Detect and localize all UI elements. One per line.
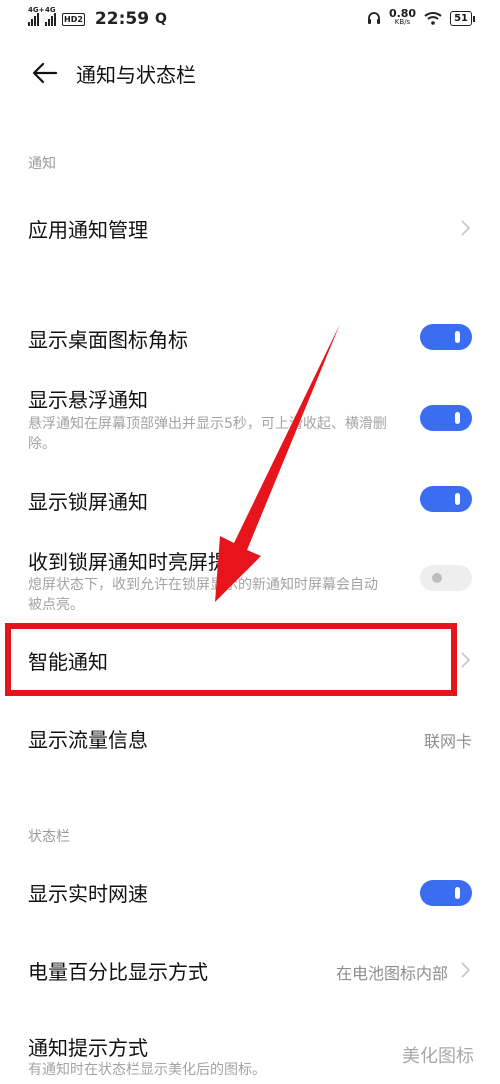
app-bar: 通知与状态栏 xyxy=(0,48,500,98)
toggle-desktop-badge[interactable] xyxy=(420,324,472,350)
row-title: 收到锁屏通知时亮屏提醒 xyxy=(28,550,248,574)
section-label-notify: 通知 xyxy=(28,156,56,172)
clock: 22:59 xyxy=(94,9,150,29)
row-title: 显示桌面图标角标 xyxy=(28,328,188,352)
row-title: 应用通知管理 xyxy=(28,218,148,242)
row-subtitle: 悬浮通知在屏幕顶部弹出并显示5秒，可上滑收起、横滑删除。 xyxy=(28,416,387,452)
toggle-wake-screen[interactable] xyxy=(420,565,472,591)
network-type-1: 4G+ xyxy=(28,6,45,14)
row-floating-notify: 显示悬浮通知 悬浮通知在屏幕顶部弹出并显示5秒，可上滑收起、横滑删除。 xyxy=(0,380,500,460)
row-value: 在电池图标内部 xyxy=(335,964,448,983)
headphone-icon xyxy=(367,12,380,24)
chevron-right-icon xyxy=(461,220,470,236)
page-title: 通知与状态栏 xyxy=(76,63,196,87)
app-notification-icon: Q xyxy=(155,11,167,27)
row-app-notify-management[interactable]: 应用通知管理 xyxy=(0,200,500,256)
wifi-icon xyxy=(424,12,442,25)
back-arrow-icon[interactable] xyxy=(30,58,60,88)
toggle-realtime-speed[interactable] xyxy=(420,880,472,906)
row-title: 显示流量信息 xyxy=(28,728,148,752)
signal-icon: 4G+ xyxy=(28,6,44,26)
annotation-highlight-box xyxy=(5,623,457,696)
section-label-statusbar: 状态栏 xyxy=(28,829,70,845)
row-data-usage[interactable]: 显示流量信息 联网卡 xyxy=(0,712,500,764)
row-title: 显示悬浮通知 xyxy=(28,388,148,412)
toggle-floating-notify[interactable] xyxy=(420,405,472,431)
row-realtime-speed: 显示实时网速 xyxy=(0,866,500,918)
row-subtitle: 有通知时在状态栏显示美化后的图标。 xyxy=(28,1062,266,1078)
speed-unit: KB/s xyxy=(394,18,411,26)
row-battery-percent[interactable]: 电量百分比显示方式 在电池图标内部 xyxy=(0,944,500,996)
toggle-lockscreen-notify[interactable] xyxy=(420,486,472,512)
row-title: 通知提示方式 xyxy=(28,1036,148,1060)
battery-icon: 51 xyxy=(450,10,475,26)
row-title: 电量百分比显示方式 xyxy=(28,960,208,984)
row-title: 显示锁屏通知 xyxy=(28,490,148,514)
row-wake-screen: 收到锁屏通知时亮屏提醒 熄屏状态下，收到允许在锁屏显示的新通知时屏幕会自动被点亮… xyxy=(0,544,500,618)
speed-value: 0.80 xyxy=(388,7,417,20)
chevron-right-icon xyxy=(461,652,470,668)
annotation-arrow xyxy=(215,324,340,602)
hd-voice-icon: HD2 xyxy=(62,12,85,26)
row-lockscreen-notify: 显示锁屏通知 xyxy=(0,472,500,524)
row-desktop-badge: 显示桌面图标角标 xyxy=(0,312,500,364)
row-value: 联网卡 xyxy=(423,732,472,751)
status-bar: 4G+ 4G HD2 22:59 Q 0.80 KB/s 51 xyxy=(0,0,500,38)
chevron-right-icon xyxy=(461,962,470,978)
row-subtitle: 熄屏状态下，收到允许在锁屏显示的新通知时屏幕会自动被点亮。 xyxy=(28,577,378,613)
watermark: 美化图标 xyxy=(402,1046,474,1067)
network-type-2: 4G xyxy=(45,6,56,14)
network-speed: 0.80 KB/s xyxy=(388,7,417,27)
row-title: 显示实时网速 xyxy=(28,882,148,906)
signal-icon: 4G xyxy=(45,6,56,26)
